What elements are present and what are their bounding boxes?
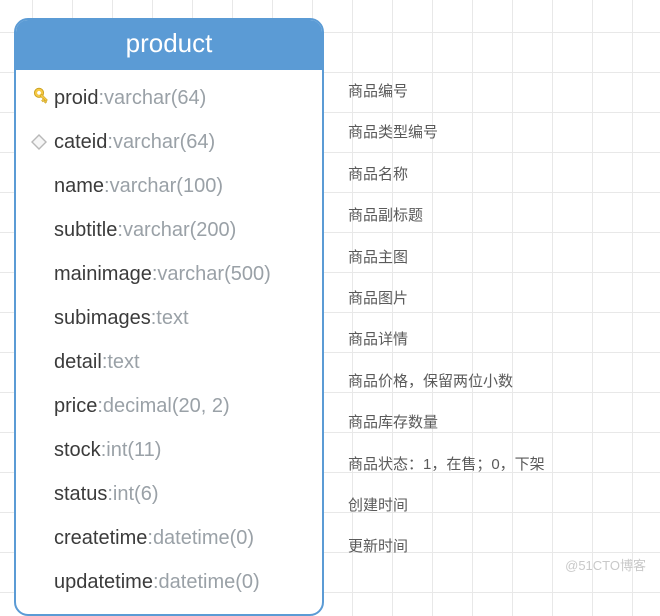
column-description: 商品详情	[348, 326, 648, 367]
column-row: name: varchar(100)	[16, 164, 322, 208]
key-icon-slot	[24, 86, 54, 110]
column-description: 商品编号	[348, 78, 648, 119]
column-name: cateid	[54, 123, 107, 161]
column-name: createtime	[54, 519, 147, 557]
column-type: varchar(100)	[110, 167, 223, 205]
key-icon-slot	[24, 350, 54, 374]
column-name: proid	[54, 79, 98, 117]
column-description: 商品副标题	[348, 202, 648, 243]
column-description: 创建时间	[348, 492, 648, 533]
column-type: datetime(0)	[159, 563, 260, 601]
entity-table: product proid: varchar(64)cateid: varcha…	[14, 18, 324, 616]
column-name: status	[54, 475, 107, 513]
column-row: detail: text	[16, 340, 322, 384]
column-row: updatetime: datetime(0)	[16, 560, 322, 604]
primary-key-icon	[28, 87, 50, 109]
column-type: text	[107, 343, 139, 381]
column-description: 商品价格，保留两位小数	[348, 368, 648, 409]
column-type: int(6)	[113, 475, 159, 513]
column-name: subtitle	[54, 211, 117, 249]
column-row: stock: int(11)	[16, 428, 322, 472]
column-row: createtime: datetime(0)	[16, 516, 322, 560]
column-row: status: int(6)	[16, 472, 322, 516]
column-name: stock	[54, 431, 101, 469]
column-type: varchar(200)	[123, 211, 236, 249]
column-row: mainimage: varchar(500)	[16, 252, 322, 296]
column-type: varchar(64)	[104, 79, 206, 117]
column-row: subimages: text	[16, 296, 322, 340]
column-description: 商品库存数量	[348, 409, 648, 450]
key-icon-slot	[24, 526, 54, 550]
key-icon-slot	[24, 306, 54, 330]
column-name: updatetime	[54, 563, 153, 601]
column-row: proid: varchar(64)	[16, 76, 322, 120]
key-icon-slot	[24, 438, 54, 462]
column-name: subimages	[54, 299, 151, 337]
column-description: 商品名称	[348, 161, 648, 202]
column-description: 商品主图	[348, 244, 648, 285]
column-type: text	[156, 299, 188, 337]
entity-columns: proid: varchar(64)cateid: varchar(64)nam…	[16, 70, 322, 614]
column-description: 商品图片	[348, 285, 648, 326]
key-icon-slot	[24, 130, 54, 154]
column-type: datetime(0)	[153, 519, 254, 557]
foreign-key-icon	[31, 134, 47, 150]
column-type: decimal(20, 2)	[103, 387, 230, 425]
watermark-text: @51CTO博客	[565, 555, 646, 574]
column-name: name	[54, 167, 104, 205]
column-description: 商品类型编号	[348, 119, 648, 160]
entity-title: product	[16, 20, 322, 70]
column-name: detail	[54, 343, 102, 381]
key-icon-slot	[24, 262, 54, 286]
column-descriptions: 商品编号商品类型编号商品名称商品副标题商品主图商品图片商品详情商品价格，保留两位…	[348, 78, 648, 575]
column-type: int(11)	[106, 431, 161, 469]
key-icon-slot	[24, 482, 54, 506]
key-icon-slot	[24, 218, 54, 242]
column-description: 商品状态：1，在售；0，下架	[348, 451, 648, 492]
key-icon-slot	[24, 394, 54, 418]
column-name: mainimage	[54, 255, 152, 293]
column-row: price: decimal(20, 2)	[16, 384, 322, 428]
column-type: varchar(500)	[157, 255, 270, 293]
column-row: subtitle: varchar(200)	[16, 208, 322, 252]
key-icon-slot	[24, 570, 54, 594]
column-name: price	[54, 387, 97, 425]
column-row: cateid: varchar(64)	[16, 120, 322, 164]
key-icon-slot	[24, 174, 54, 198]
column-type: varchar(64)	[113, 123, 215, 161]
